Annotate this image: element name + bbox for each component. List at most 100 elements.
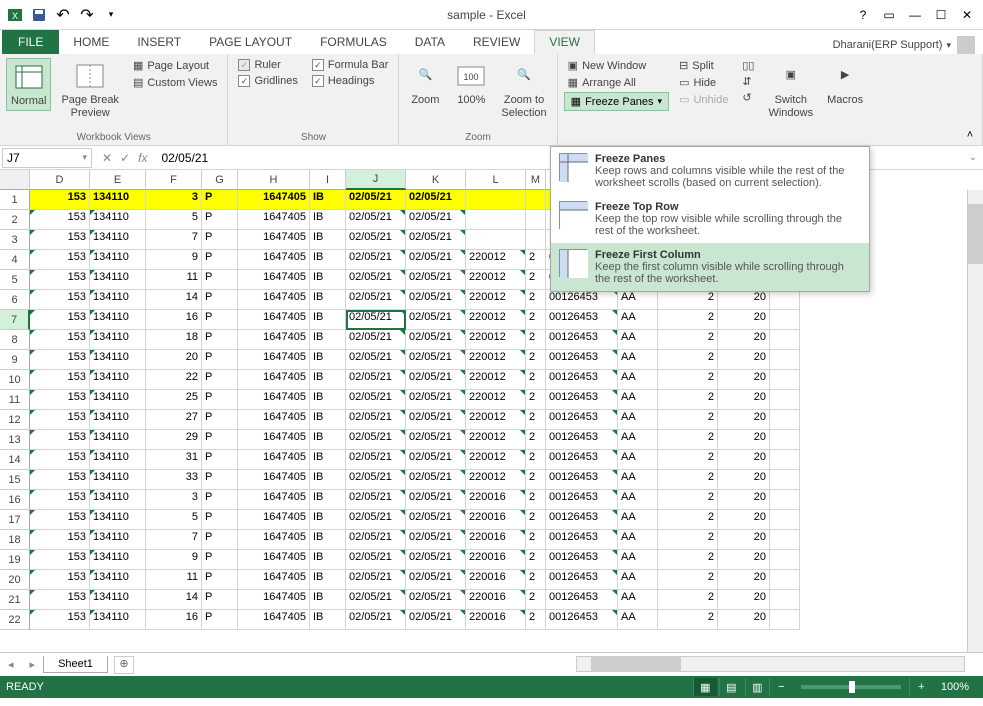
tab-file[interactable]: FILE xyxy=(2,30,59,54)
row-header[interactable]: 17 xyxy=(0,510,30,530)
close-button[interactable]: ✕ xyxy=(955,5,979,25)
tab-page-layout[interactable]: PAGE LAYOUT xyxy=(195,30,306,54)
cell[interactable]: 02/05/21 xyxy=(406,450,466,470)
cell[interactable]: 153 xyxy=(30,490,90,510)
cell[interactable]: 9 xyxy=(146,550,202,570)
cell[interactable]: AA xyxy=(618,350,658,370)
cell[interactable]: P xyxy=(202,410,238,430)
cell[interactable]: 134110 xyxy=(90,210,146,230)
cell[interactable] xyxy=(770,510,800,530)
cell[interactable]: 1647405 xyxy=(238,350,310,370)
cell[interactable]: 220012 xyxy=(466,290,526,310)
freeze-first-column-item[interactable]: Freeze First ColumnKeep the first column… xyxy=(551,243,869,291)
cell[interactable]: 134110 xyxy=(90,510,146,530)
cell[interactable]: 00126453 xyxy=(546,450,618,470)
cell[interactable]: 1647405 xyxy=(238,310,310,330)
cell[interactable]: 20 xyxy=(718,450,770,470)
cell[interactable]: 00126453 xyxy=(546,550,618,570)
cell[interactable]: 00126453 xyxy=(546,470,618,490)
cell[interactable]: 2 xyxy=(658,310,718,330)
cell[interactable]: IB xyxy=(310,450,346,470)
cell[interactable]: 02/05/21 xyxy=(346,550,406,570)
cell[interactable]: 27 xyxy=(146,410,202,430)
cell[interactable]: 02/05/21 xyxy=(406,510,466,530)
cell[interactable]: 134110 xyxy=(90,490,146,510)
cell[interactable]: 3 xyxy=(146,490,202,510)
reset-window-button[interactable]: ↺ xyxy=(738,90,758,105)
cell[interactable]: 153 xyxy=(30,370,90,390)
cell[interactable]: 18 xyxy=(146,330,202,350)
cell[interactable]: 2 xyxy=(658,350,718,370)
cell[interactable]: 02/05/21 xyxy=(346,430,406,450)
cell[interactable]: IB xyxy=(310,270,346,290)
user-account[interactable]: Dharani(ERP Support) ▾ xyxy=(833,36,983,54)
cell[interactable]: 02/05/21 xyxy=(346,590,406,610)
cell[interactable]: 2 xyxy=(658,510,718,530)
vertical-scrollbar[interactable] xyxy=(967,190,983,652)
ribbon-display-icon[interactable]: ▭ xyxy=(877,5,901,25)
cell[interactable]: 2 xyxy=(526,310,546,330)
cell[interactable]: AA xyxy=(618,530,658,550)
cell[interactable]: 134110 xyxy=(90,330,146,350)
cell[interactable]: 5 xyxy=(146,510,202,530)
cell[interactable]: 02/05/21 xyxy=(406,330,466,350)
cell[interactable]: 02/05/21 xyxy=(406,410,466,430)
undo-icon[interactable]: ↶ xyxy=(52,4,74,26)
tab-formulas[interactable]: FORMULAS xyxy=(306,30,401,54)
cell[interactable]: 02/05/21 xyxy=(346,610,406,630)
cell[interactable]: 00126453 xyxy=(546,350,618,370)
cell[interactable]: AA xyxy=(618,550,658,570)
cell[interactable]: 134110 xyxy=(90,370,146,390)
arrange-all-button[interactable]: ▦Arrange All xyxy=(564,75,669,90)
cell[interactable]: 20 xyxy=(718,410,770,430)
cell[interactable]: 20 xyxy=(718,350,770,370)
cell[interactable]: IB xyxy=(310,590,346,610)
cell[interactable]: 00126453 xyxy=(546,430,618,450)
cell[interactable]: 02/05/21 xyxy=(346,390,406,410)
cell[interactable]: 153 xyxy=(30,470,90,490)
cell[interactable]: 02/05/21 xyxy=(346,270,406,290)
cell[interactable]: 14 xyxy=(146,590,202,610)
cell[interactable]: 1647405 xyxy=(238,610,310,630)
cell[interactable]: 20 xyxy=(146,350,202,370)
excel-icon[interactable]: X xyxy=(4,4,26,26)
maximize-button[interactable]: ☐ xyxy=(929,5,953,25)
name-box[interactable]: J7 ▾ xyxy=(2,148,92,168)
cell[interactable]: 153 xyxy=(30,330,90,350)
tab-data[interactable]: DATA xyxy=(401,30,459,54)
column-header[interactable]: I xyxy=(310,170,346,190)
cell[interactable]: 153 xyxy=(30,530,90,550)
cell[interactable]: 20 xyxy=(718,290,770,310)
cell[interactable]: 20 xyxy=(718,330,770,350)
cell[interactable]: 220012 xyxy=(466,450,526,470)
cell[interactable]: IB xyxy=(310,610,346,630)
cell[interactable]: 02/05/21 xyxy=(346,410,406,430)
cell[interactable]: 1647405 xyxy=(238,370,310,390)
cell[interactable]: 02/05/21 xyxy=(346,350,406,370)
cell[interactable]: 153 xyxy=(30,510,90,530)
cell[interactable] xyxy=(770,490,800,510)
cell[interactable]: 00126453 xyxy=(546,590,618,610)
cell[interactable]: 153 xyxy=(30,590,90,610)
cell[interactable]: 02/05/21 xyxy=(406,470,466,490)
cell[interactable]: 134110 xyxy=(90,350,146,370)
cell[interactable]: 20 xyxy=(718,430,770,450)
cell[interactable]: P xyxy=(202,550,238,570)
cell[interactable]: 14 xyxy=(146,290,202,310)
fx-icon[interactable]: fx xyxy=(138,151,147,165)
page-layout-shortcut[interactable]: ▤ xyxy=(719,678,743,696)
cell[interactable]: P xyxy=(202,530,238,550)
macros-button[interactable]: ▶Macros xyxy=(823,58,867,109)
cell[interactable]: 20 xyxy=(718,310,770,330)
cell[interactable]: 22 xyxy=(146,370,202,390)
cell[interactable]: 02/05/21 xyxy=(346,290,406,310)
column-header[interactable]: F xyxy=(146,170,202,190)
cell[interactable]: 2 xyxy=(526,330,546,350)
cell[interactable]: P xyxy=(202,450,238,470)
cell[interactable]: 220012 xyxy=(466,330,526,350)
cell[interactable]: 02/05/21 xyxy=(346,190,406,210)
formula-bar-checkbox[interactable]: ✓Formula Bar xyxy=(308,58,393,72)
cell[interactable]: 153 xyxy=(30,610,90,630)
zoom-button[interactable]: 🔍Zoom xyxy=(405,58,445,109)
page-layout-button[interactable]: ▦Page Layout xyxy=(129,58,222,73)
